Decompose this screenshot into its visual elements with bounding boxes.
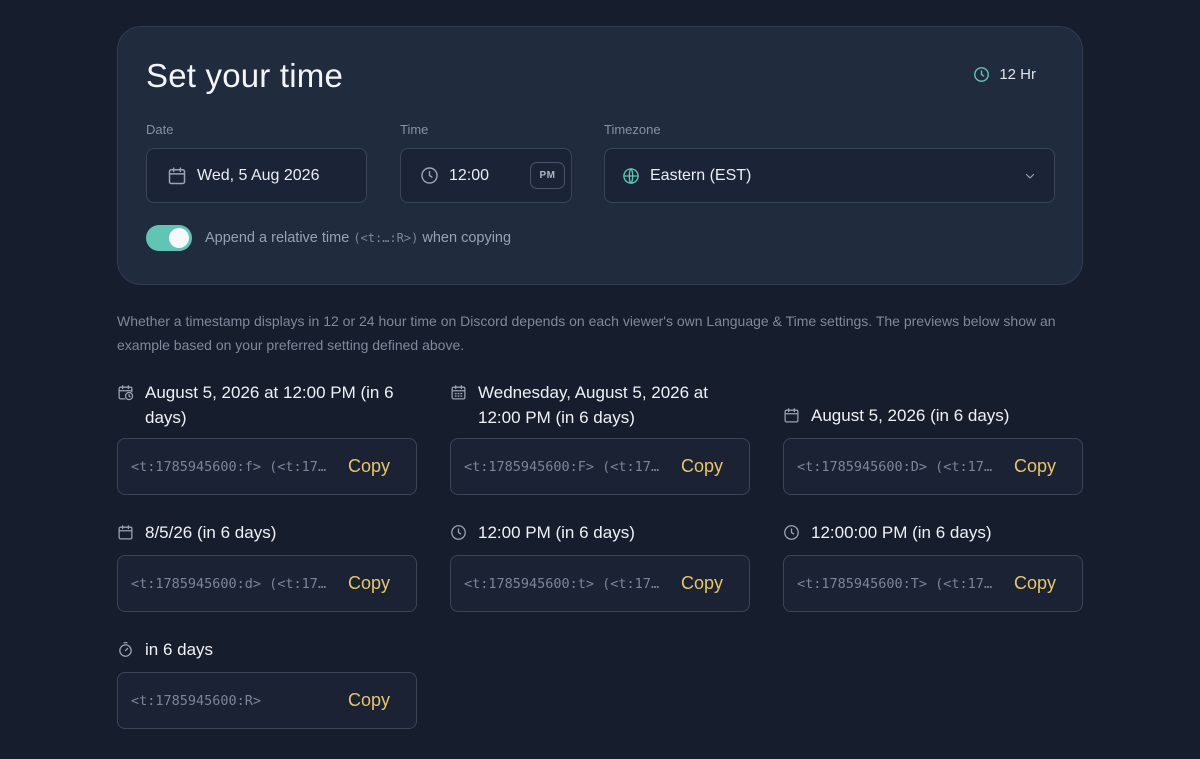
- format-label: 12:00:00 PM (in 6 days): [783, 520, 1083, 545]
- copy-button[interactable]: Copy: [1014, 456, 1056, 477]
- format-label-text: in 6 days: [145, 640, 214, 659]
- page-title: Set your time: [146, 57, 344, 94]
- timestamp-code: <t:1785945600:F> (<t:1785945600:R>): [464, 458, 660, 475]
- copy-button[interactable]: Copy: [1014, 573, 1056, 594]
- timezone-select[interactable]: Eastern (EST): [604, 148, 1055, 203]
- clock-icon: [421, 167, 438, 184]
- copy-field[interactable]: <t:1785945600:f> (<t:1785945600:R>) Copy: [117, 438, 417, 495]
- chevron-down-icon: [1025, 173, 1035, 179]
- format-label-text: August 5, 2026 at 12:00 PM (in 6 days): [145, 383, 394, 427]
- copy-field[interactable]: <t:1785945600:d> (<t:1785945600:R>) Copy: [117, 555, 417, 612]
- meridiem-toggle[interactable]: PM: [530, 162, 565, 189]
- clock-icon: [974, 67, 990, 82]
- globe-icon: [623, 167, 639, 184]
- timestamp-code: <t:1785945600:D> (<t:1785945600:R>): [797, 458, 993, 475]
- set-time-card: Set your time 12 Hr Date Time Timezone W…: [117, 26, 1083, 285]
- copy-button[interactable]: Copy: [348, 456, 390, 477]
- timezone-value: Eastern (EST): [650, 166, 752, 184]
- timestamp-code: <t:1785945600:T> (<t:1785945600:R>): [797, 575, 993, 592]
- append-text-after: when copying: [422, 230, 512, 246]
- format-note: Whether a timestamp displays in 12 or 24…: [117, 313, 1056, 353]
- timestamp-code: <t:1785945600:f> (<t:1785945600:R>): [131, 458, 327, 475]
- hour-format-label: 12 Hr: [999, 66, 1036, 83]
- copy-field[interactable]: <t:1785945600:R> Copy: [117, 672, 417, 729]
- format-label-text: 12:00 PM (in 6 days): [478, 523, 635, 542]
- copy-button[interactable]: Copy: [681, 456, 723, 477]
- copy-button[interactable]: Copy: [348, 573, 390, 594]
- copy-button[interactable]: Copy: [348, 690, 390, 711]
- date-value: Wed, 5 Aug 2026: [197, 166, 320, 184]
- copy-button[interactable]: Copy: [681, 573, 723, 594]
- clock-icon: [784, 525, 799, 540]
- append-relative-row: Append a relative time (<t:…:R>) when co…: [146, 225, 511, 251]
- append-relative-switch[interactable]: [146, 225, 192, 251]
- format-label-text: Wednesday, August 5, 2026 at 12:00 PM (i…: [478, 383, 708, 427]
- append-code: (<t:…:R>): [353, 231, 419, 245]
- format-label-text: August 5, 2026 (in 6 days): [811, 406, 1010, 425]
- format-label: Wednesday, August 5, 2026 at 12:00 PM (i…: [450, 380, 750, 430]
- calendar-icon: [118, 525, 133, 540]
- format-label: 8/5/26 (in 6 days): [117, 520, 407, 545]
- date-label: Date: [146, 122, 174, 137]
- switch-knob: [169, 228, 189, 248]
- calendar-icon: [168, 166, 186, 184]
- date-picker[interactable]: Wed, 5 Aug 2026: [146, 148, 367, 203]
- copy-field[interactable]: <t:1785945600:D> (<t:1785945600:R>) Copy: [783, 438, 1083, 495]
- time-label: Time: [400, 122, 429, 137]
- format-label-text: 12:00:00 PM (in 6 days): [811, 523, 992, 542]
- time-value: 12:00: [449, 166, 490, 184]
- timestamp-code: <t:1785945600:t> (<t:1785945600:R>): [464, 575, 660, 592]
- copy-field[interactable]: <t:1785945600:t> (<t:1785945600:R>) Copy: [450, 555, 750, 612]
- copy-field[interactable]: <t:1785945600:F> (<t:1785945600:R>) Copy: [450, 438, 750, 495]
- calendar-grid-icon: [451, 385, 466, 400]
- hour-format-toggle[interactable]: 12 Hr: [973, 66, 1036, 83]
- format-label: in 6 days: [117, 637, 407, 662]
- time-input[interactable]: 12:00 PM: [400, 148, 572, 203]
- calendar-icon: [784, 408, 799, 423]
- stopwatch-icon: [119, 642, 132, 657]
- copy-field[interactable]: <t:1785945600:T> (<t:1785945600:R>) Copy: [783, 555, 1083, 612]
- timestamp-code: <t:1785945600:R>: [131, 692, 262, 709]
- calendar-clock-icon: [118, 385, 134, 401]
- clock-icon: [451, 525, 466, 540]
- timestamp-code: <t:1785945600:d> (<t:1785945600:R>): [131, 575, 327, 592]
- format-label: August 5, 2026 at 12:00 PM (in 6 days): [117, 380, 407, 430]
- format-label-text: 8/5/26 (in 6 days): [145, 523, 277, 542]
- append-text-before: Append a relative time: [205, 230, 350, 246]
- append-relative-label: Append a relative time (<t:…:R>) when co…: [205, 230, 511, 246]
- format-label: 12:00 PM (in 6 days): [450, 520, 750, 545]
- timezone-label: Timezone: [604, 122, 661, 137]
- format-label: August 5, 2026 (in 6 days): [783, 403, 1083, 428]
